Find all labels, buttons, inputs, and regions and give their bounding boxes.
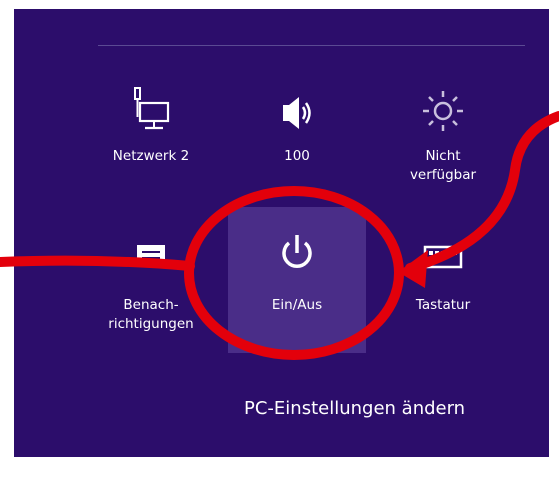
power-tile[interactable]: Ein/Aus xyxy=(228,207,366,353)
power-icon xyxy=(282,235,312,268)
brightness-label: Nicht verfügbar xyxy=(409,148,477,183)
volume-label: 100 xyxy=(284,148,310,164)
keyboard-icon xyxy=(423,245,463,269)
notification-icon xyxy=(137,245,165,267)
network-icon xyxy=(134,87,170,130)
keyboard-tile[interactable]: Tastatur xyxy=(374,209,512,355)
power-label: Ein/Aus xyxy=(271,297,323,313)
network-label: Netzwerk 2 xyxy=(112,148,190,164)
divider xyxy=(98,45,525,46)
settings-charm-panel: Netzwerk 2 100 Nicht verfügbar Benach- r… xyxy=(14,9,549,457)
keyboard-label: Tastatur xyxy=(415,297,471,313)
brightness-tile[interactable]: Nicht verfügbar xyxy=(374,73,512,219)
speaker-icon xyxy=(283,97,311,129)
notifications-label: Benach- richtigungen xyxy=(108,297,194,332)
volume-tile[interactable]: 100 xyxy=(228,73,366,219)
notifications-tile[interactable]: Benach- richtigungen xyxy=(82,209,220,355)
brightness-icon xyxy=(423,91,463,131)
network-tile[interactable]: Netzwerk 2 xyxy=(82,73,220,219)
pc-settings-link[interactable]: PC-Einstellungen ändern xyxy=(244,398,465,419)
